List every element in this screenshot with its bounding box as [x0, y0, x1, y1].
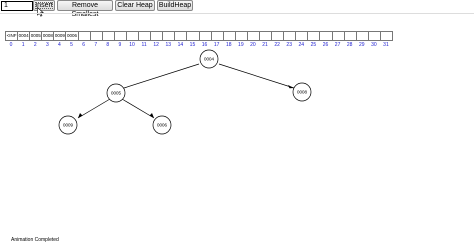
remove-smallest-button[interactable]: Remove Smallest	[57, 0, 113, 18]
array-index-label: 15	[189, 42, 196, 48]
tree-node: 0009	[58, 115, 78, 135]
tree-node-circle	[58, 115, 78, 135]
array-index-label: 7	[94, 42, 98, 48]
tree-node-label: 0008	[297, 90, 308, 95]
tree-edge	[121, 98, 155, 119]
array-index-label: 2	[33, 42, 37, 48]
tree-node: 0004	[199, 49, 219, 69]
tree-node-label: 0005	[111, 91, 122, 96]
array-index-label: 23	[286, 42, 292, 48]
tree-node-circle	[199, 49, 219, 69]
toolbar-divider	[0, 13, 474, 14]
tree-node-label: 0004	[204, 57, 215, 62]
tree-node-label: 0009	[63, 123, 74, 128]
array-index-label: 21	[262, 42, 268, 48]
array-cell	[379, 31, 393, 41]
clear-heap-button[interactable]: Clear Heap	[115, 0, 155, 11]
array-index-label: 10	[129, 42, 135, 48]
array-index-label: 30	[371, 42, 377, 48]
tree-node-circle	[152, 115, 172, 135]
array-index-label: 22	[274, 42, 280, 48]
tree-edge	[77, 98, 111, 119]
arrowhead-icon	[288, 85, 294, 89]
array-indices: 0 1 2 3 4 5 6 7 8 9 10 11 12 13 14 15 16 17 18 19 20 21 22 23 24…	[5, 42, 392, 48]
array-index-label: 24	[298, 42, 305, 48]
tree-edge	[218, 63, 295, 89]
tree-node: 0006	[152, 115, 172, 135]
array-index-label: 14	[177, 42, 184, 48]
array-index-label: 19	[238, 42, 244, 48]
array-index-label: 6	[82, 42, 85, 48]
array-index-label: 16	[201, 42, 208, 48]
array-index-label: 31	[383, 42, 389, 48]
tree-node-circle	[106, 83, 126, 103]
tree-node: 0008	[292, 82, 312, 102]
array-index-label: 17	[213, 42, 220, 48]
tree-node-circle	[292, 82, 312, 102]
array-index-label: 12	[153, 42, 159, 48]
array-index-label: 5	[70, 42, 73, 48]
array-index-label: 26	[322, 42, 329, 48]
array-index-label: 3	[45, 42, 49, 48]
toolbar: Insert Remove Smallest Clear Heap BuildH…	[0, 0, 474, 18]
mouse-cursor-icon	[37, 7, 44, 17]
array-index-label: 27	[334, 42, 341, 48]
tree-node-label: 0006	[157, 123, 168, 128]
arrowhead-icon	[78, 113, 83, 118]
array-index-label: 11	[141, 42, 147, 48]
array-index-label: 4	[58, 42, 61, 48]
arrowhead-icon	[118, 85, 124, 89]
status-message: Animation Completed	[11, 237, 59, 243]
array-index-label: 0	[9, 42, 13, 48]
arrowhead-icon	[149, 113, 154, 118]
array-index-label: 25	[310, 42, 317, 48]
array-index-label: 1	[21, 42, 25, 48]
tree-node: 0005	[106, 83, 126, 103]
tree-edge	[123, 63, 200, 89]
array-index-label: 8	[106, 42, 110, 48]
array-index-label: 13	[165, 42, 172, 48]
heap-array: <INF 0004 0005 0008 0009 0006	[5, 31, 393, 41]
array-index-label: 18	[225, 42, 232, 48]
build-heap-button[interactable]: BuildHeap	[157, 0, 193, 11]
array-index-label: 20	[250, 42, 256, 48]
array-index-label: 28	[346, 42, 353, 48]
value-input[interactable]	[1, 1, 33, 11]
array-index-label: 9	[118, 42, 122, 48]
array-index-label: 29	[358, 42, 365, 48]
